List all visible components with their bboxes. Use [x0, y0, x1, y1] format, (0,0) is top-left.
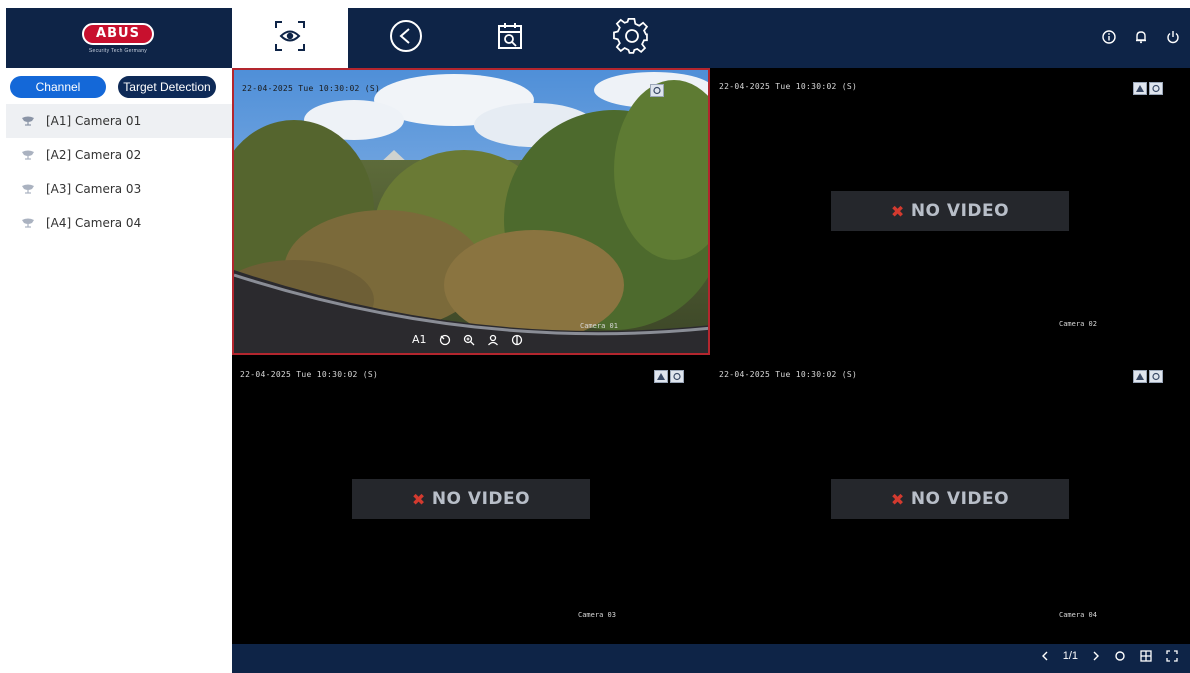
pane-2-camera-name: Camera 02 [1059, 320, 1097, 328]
fullscreen-icon[interactable] [1166, 650, 1178, 662]
alarm-status-icon [654, 370, 668, 383]
camera-list-item-a4[interactable]: [A4] Camera 04 [6, 206, 232, 240]
video-pane-1[interactable]: 22-04-2025 Tue 10:30:02 (S) Camera 01 A1 [232, 68, 710, 355]
bottom-control-bar: 1/1 [232, 644, 1190, 673]
top-right-controls [1098, 26, 1184, 48]
tab-channel[interactable]: Channel [10, 76, 106, 98]
no-video-label: NO VIDEO [910, 201, 1010, 221]
live-view-icon [270, 18, 310, 59]
camera-label: [A2] Camera 02 [46, 148, 142, 162]
playback-icon [388, 18, 424, 59]
next-page-icon[interactable] [1092, 651, 1100, 661]
camera-01-video-feed [234, 70, 708, 353]
error-x-icon: ✖ [890, 489, 905, 509]
no-video-label: NO VIDEO [431, 489, 531, 509]
refresh-icon[interactable] [1114, 650, 1126, 662]
camera-list-item-a3[interactable]: [A3] Camera 03 [6, 172, 232, 206]
camera-icon [18, 116, 38, 126]
pane-3-camera-name: Camera 03 [578, 611, 616, 619]
record-status-icon [1149, 82, 1163, 95]
ptz-icon[interactable] [439, 334, 451, 346]
nav-settings-button[interactable] [574, 8, 690, 68]
camera-icon [18, 218, 38, 228]
video-grid: 22-04-2025 Tue 10:30:02 (S) Camera 01 A1 [232, 68, 1190, 644]
bell-icon[interactable] [1130, 26, 1152, 48]
pane-2-timestamp: 22-04-2025 Tue 10:30:02 (S) [719, 82, 858, 91]
power-icon[interactable] [1162, 26, 1184, 48]
nav-live-view-button[interactable] [232, 8, 348, 68]
gear-icon [613, 17, 651, 60]
abus-logo: ABUS Security Tech Germany [6, 8, 230, 68]
pane-1-timestamp: 22-04-2025 Tue 10:30:02 (S) [242, 84, 381, 93]
camera-icon [18, 184, 38, 194]
no-video-label: NO VIDEO [910, 489, 1010, 509]
prev-page-icon[interactable] [1041, 651, 1049, 661]
pane-1-camera-name: Camera 01 [580, 322, 618, 330]
error-x-icon: ✖ [411, 489, 426, 509]
pane-1-toolbar: A1 [412, 333, 523, 346]
alarm-status-icon [1133, 82, 1147, 95]
sidebar-tabs: Channel Target Detection [6, 68, 232, 104]
calendar-search-icon [495, 20, 525, 57]
grid-layout-icon[interactable] [1140, 650, 1152, 662]
nvr-live-view-app: ABUS Security Tech Germany Channel Targe… [0, 0, 1190, 673]
pane-4-camera-name: Camera 04 [1059, 611, 1097, 619]
pane-3-timestamp: 22-04-2025 Tue 10:30:02 (S) [240, 370, 379, 379]
audio-icon[interactable] [511, 334, 523, 346]
camera-label: [A4] Camera 04 [46, 216, 142, 230]
camera-icon [18, 150, 38, 160]
video-pane-2[interactable]: 22-04-2025 Tue 10:30:02 (S) ✖ NO VIDEO C… [711, 68, 1189, 355]
pane-channel-label: A1 [412, 333, 427, 346]
page-indicator: 1/1 [1062, 650, 1078, 662]
camera-sidebar: Channel Target Detection [A1] Camera 01 … [6, 68, 232, 668]
pane-1-status-icons [650, 84, 664, 97]
record-status-icon [1149, 370, 1163, 383]
view-controls: 1/1 [1041, 650, 1178, 662]
nav-playback-button[interactable] [348, 8, 464, 68]
camera-label: [A3] Camera 03 [46, 182, 142, 196]
error-x-icon: ✖ [890, 201, 905, 221]
target-person-icon[interactable] [487, 334, 499, 346]
zoom-icon[interactable] [463, 334, 475, 346]
pane-4-timestamp: 22-04-2025 Tue 10:30:02 (S) [719, 370, 858, 379]
pane-2-no-video-banner: ✖ NO VIDEO [831, 191, 1069, 231]
alarm-status-icon [1133, 370, 1147, 383]
camera-list-item-a2[interactable]: [A2] Camera 02 [6, 138, 232, 172]
pane-3-status-icons [654, 370, 684, 383]
tab-target-detection[interactable]: Target Detection [118, 76, 216, 98]
camera-label: [A1] Camera 01 [46, 114, 142, 128]
camera-list: [A1] Camera 01 [A2] Camera 02 [A3] Camer… [6, 104, 232, 240]
pane-3-no-video-banner: ✖ NO VIDEO [352, 479, 590, 519]
pane-2-status-icons [1133, 82, 1163, 95]
camera-list-item-a1[interactable]: [A1] Camera 01 [6, 104, 232, 138]
pane-4-no-video-banner: ✖ NO VIDEO [831, 479, 1069, 519]
record-status-icon [650, 84, 664, 97]
nav-event-search-button[interactable] [452, 8, 568, 68]
pane-4-status-icons [1133, 370, 1163, 383]
video-pane-4[interactable]: 22-04-2025 Tue 10:30:02 (S) ✖ NO VIDEO C… [711, 356, 1189, 643]
brand-tagline: Security Tech Germany [88, 47, 148, 54]
brand-name: ABUS [82, 22, 154, 45]
video-pane-3[interactable]: 22-04-2025 Tue 10:30:02 (S) ✖ NO VIDEO C… [232, 356, 710, 643]
record-status-icon [670, 370, 684, 383]
info-icon[interactable] [1098, 26, 1120, 48]
top-navigation-bar: ABUS Security Tech Germany [6, 8, 1190, 68]
